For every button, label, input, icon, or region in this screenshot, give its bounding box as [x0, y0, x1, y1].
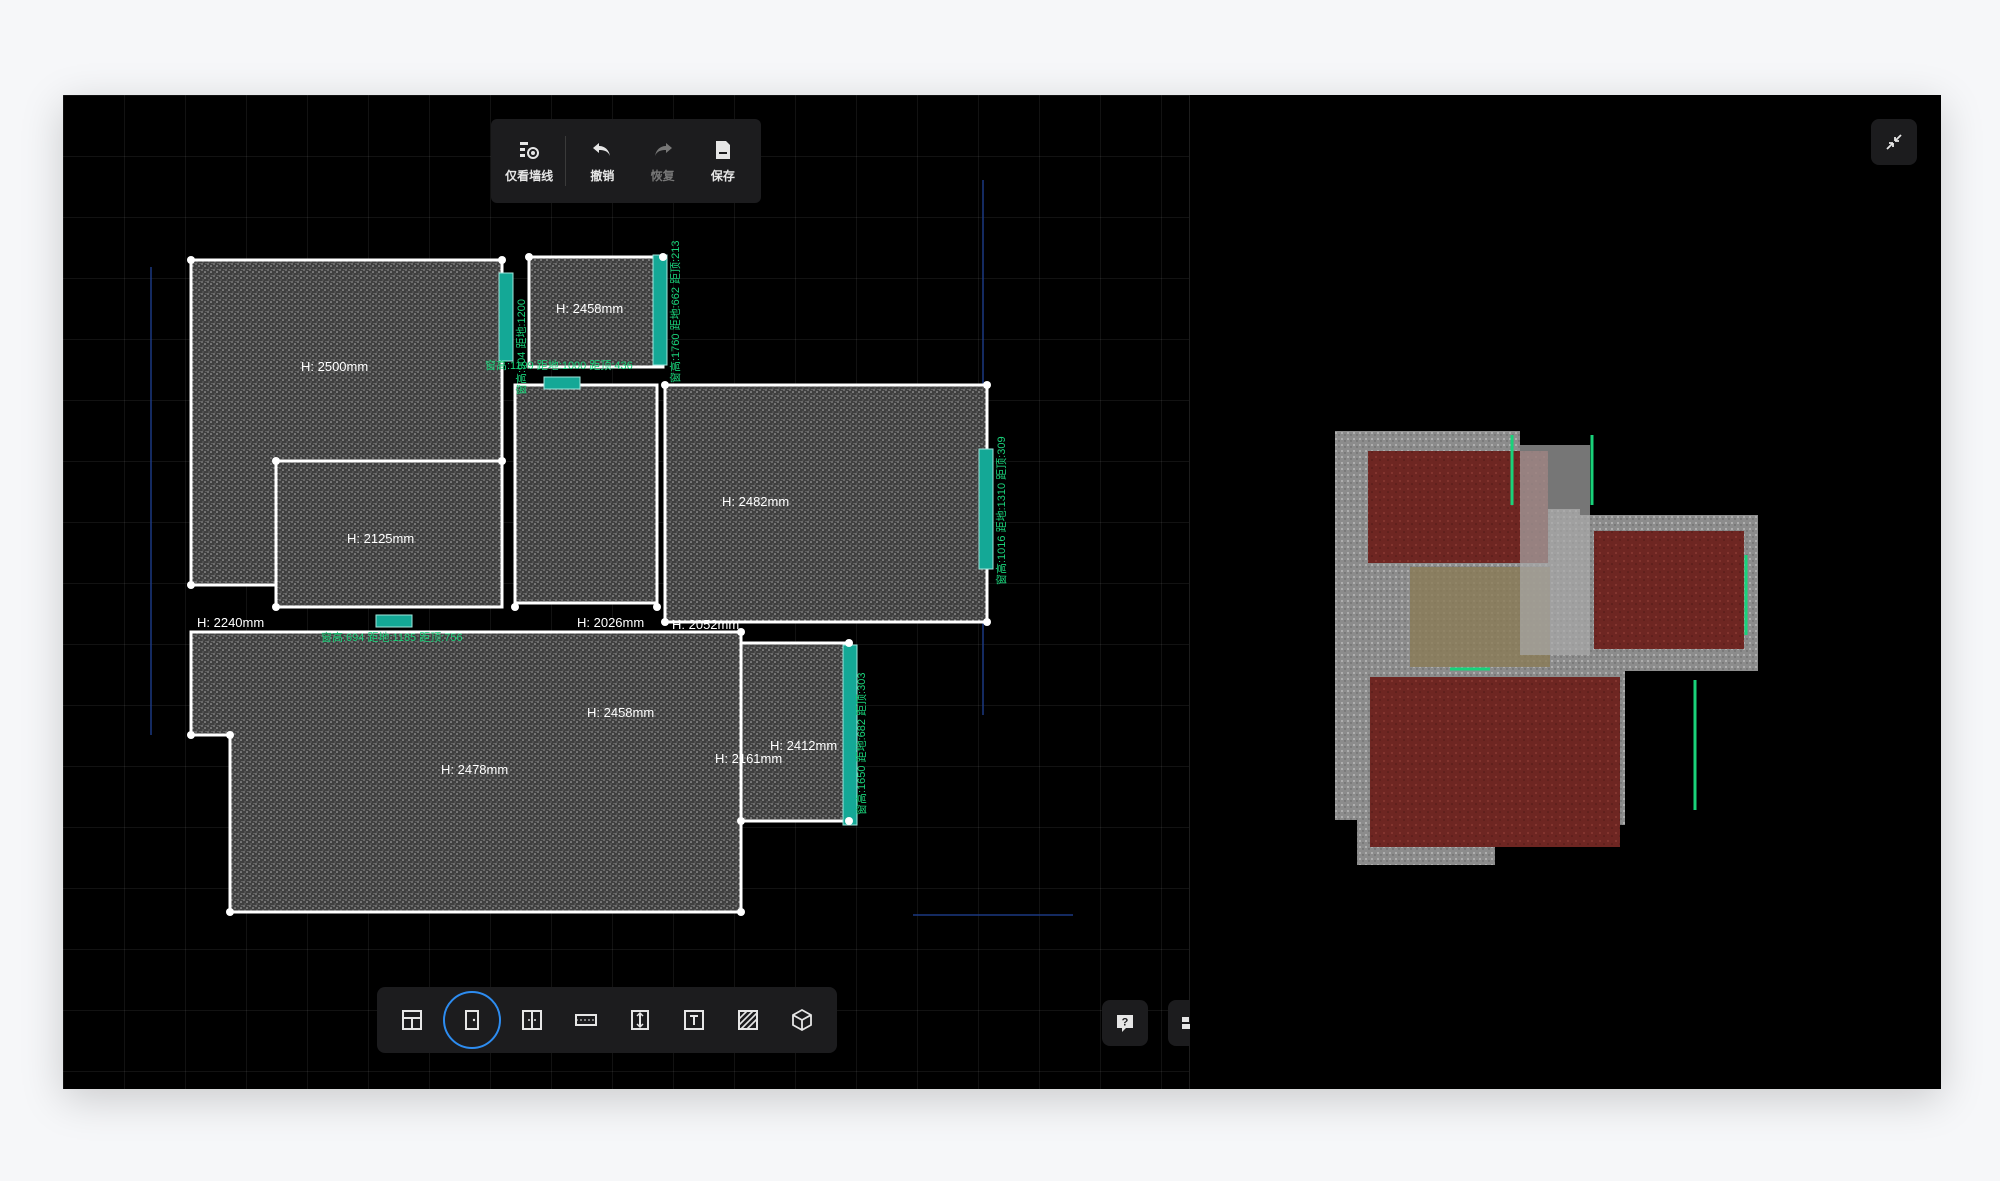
- window-label: 窗高:1650 距地:682 距顶:303: [854, 673, 868, 815]
- window-label: 窗高:904 距地:1200: [514, 299, 528, 395]
- 3d-floorplan-model: [1335, 431, 1758, 865]
- wall-only-button[interactable]: 仅看墙线: [499, 126, 559, 196]
- hatch-icon: [738, 1010, 758, 1030]
- window-tool-button[interactable]: [563, 997, 609, 1043]
- redo-icon: [654, 142, 672, 156]
- text-icon: [684, 1010, 704, 1030]
- height-label: H: 2482mm: [722, 494, 789, 509]
- room-8: [739, 641, 851, 823]
- height-label: H: 2052mm: [672, 617, 739, 632]
- height-label: H: 2500mm: [301, 359, 368, 374]
- height-label: H: 2026mm: [577, 615, 644, 630]
- double-door-tool-button[interactable]: [509, 997, 555, 1043]
- model-corridor: [1520, 445, 1590, 655]
- window-label: 窗高:1199 距地:1000 距顶:436: [485, 358, 633, 372]
- help-icon: ?: [1117, 1015, 1133, 1032]
- height-label: H: 2458mm: [556, 301, 623, 316]
- drawing-tools: [377, 987, 837, 1053]
- height-label: H: 2125mm: [347, 531, 414, 546]
- save-icon: [715, 140, 730, 159]
- floorplan-icon: [402, 1010, 422, 1030]
- cube-icon: [792, 1008, 812, 1032]
- top-toolbar: 仅看墙线 撤销 恢复 保存: [491, 119, 761, 203]
- window-label: 窗高:1760 距地:662 距顶:213: [668, 241, 682, 383]
- height-label: H: 2458mm: [587, 705, 654, 720]
- double-door-icon: [522, 1010, 542, 1030]
- 3d-model-view[interactable]: [1190, 95, 1941, 1089]
- undo-label: 撤销: [590, 168, 615, 183]
- hatch-tool-button[interactable]: [725, 997, 771, 1043]
- room-3: [663, 383, 989, 624]
- height-label: H: 2161mm: [715, 751, 782, 766]
- redo-label: 恢复: [650, 168, 675, 183]
- room-tool-button[interactable]: [389, 997, 435, 1043]
- text-tool-button[interactable]: [671, 997, 717, 1043]
- height-icon: [631, 1010, 649, 1030]
- 3d-view-button[interactable]: [779, 997, 825, 1043]
- undo-icon: [593, 142, 611, 156]
- floor-plan: H: 2500mm H: 2458mm H: 2482mm H: 2125mm …: [150, 180, 1073, 916]
- editor-frame: H: 2500mm H: 2458mm H: 2482mm H: 2125mm …: [63, 95, 1941, 1089]
- door-tool-button[interactable]: [443, 991, 501, 1049]
- undo-button[interactable]: 撤销: [572, 126, 632, 196]
- save-label: 保存: [710, 168, 735, 183]
- save-button[interactable]: 保存: [693, 126, 753, 196]
- svg-text:?: ?: [1122, 1017, 1129, 1029]
- floor-plan-canvas[interactable]: H: 2500mm H: 2458mm H: 2482mm H: 2125mm …: [63, 95, 1214, 1089]
- window-label: 窗高:1016 距地:1310 距顶:309: [994, 436, 1008, 585]
- help-button[interactable]: ?: [1102, 1000, 1148, 1046]
- room-5: [513, 383, 659, 605]
- window-icon: [575, 1014, 597, 1026]
- door-icon: [465, 1010, 479, 1030]
- redo-button[interactable]: 恢复: [632, 126, 692, 196]
- wall-view-icon: [520, 141, 540, 159]
- wall-only-label: 仅看墙线: [505, 168, 554, 183]
- toolbar-divider: [565, 136, 567, 186]
- height-tool-button[interactable]: [617, 997, 663, 1043]
- height-label: H: 2240mm: [197, 615, 264, 630]
- height-label: H: 2478mm: [441, 762, 508, 777]
- window-label: 窗高:694 距地:1185 距顶:756: [321, 630, 463, 644]
